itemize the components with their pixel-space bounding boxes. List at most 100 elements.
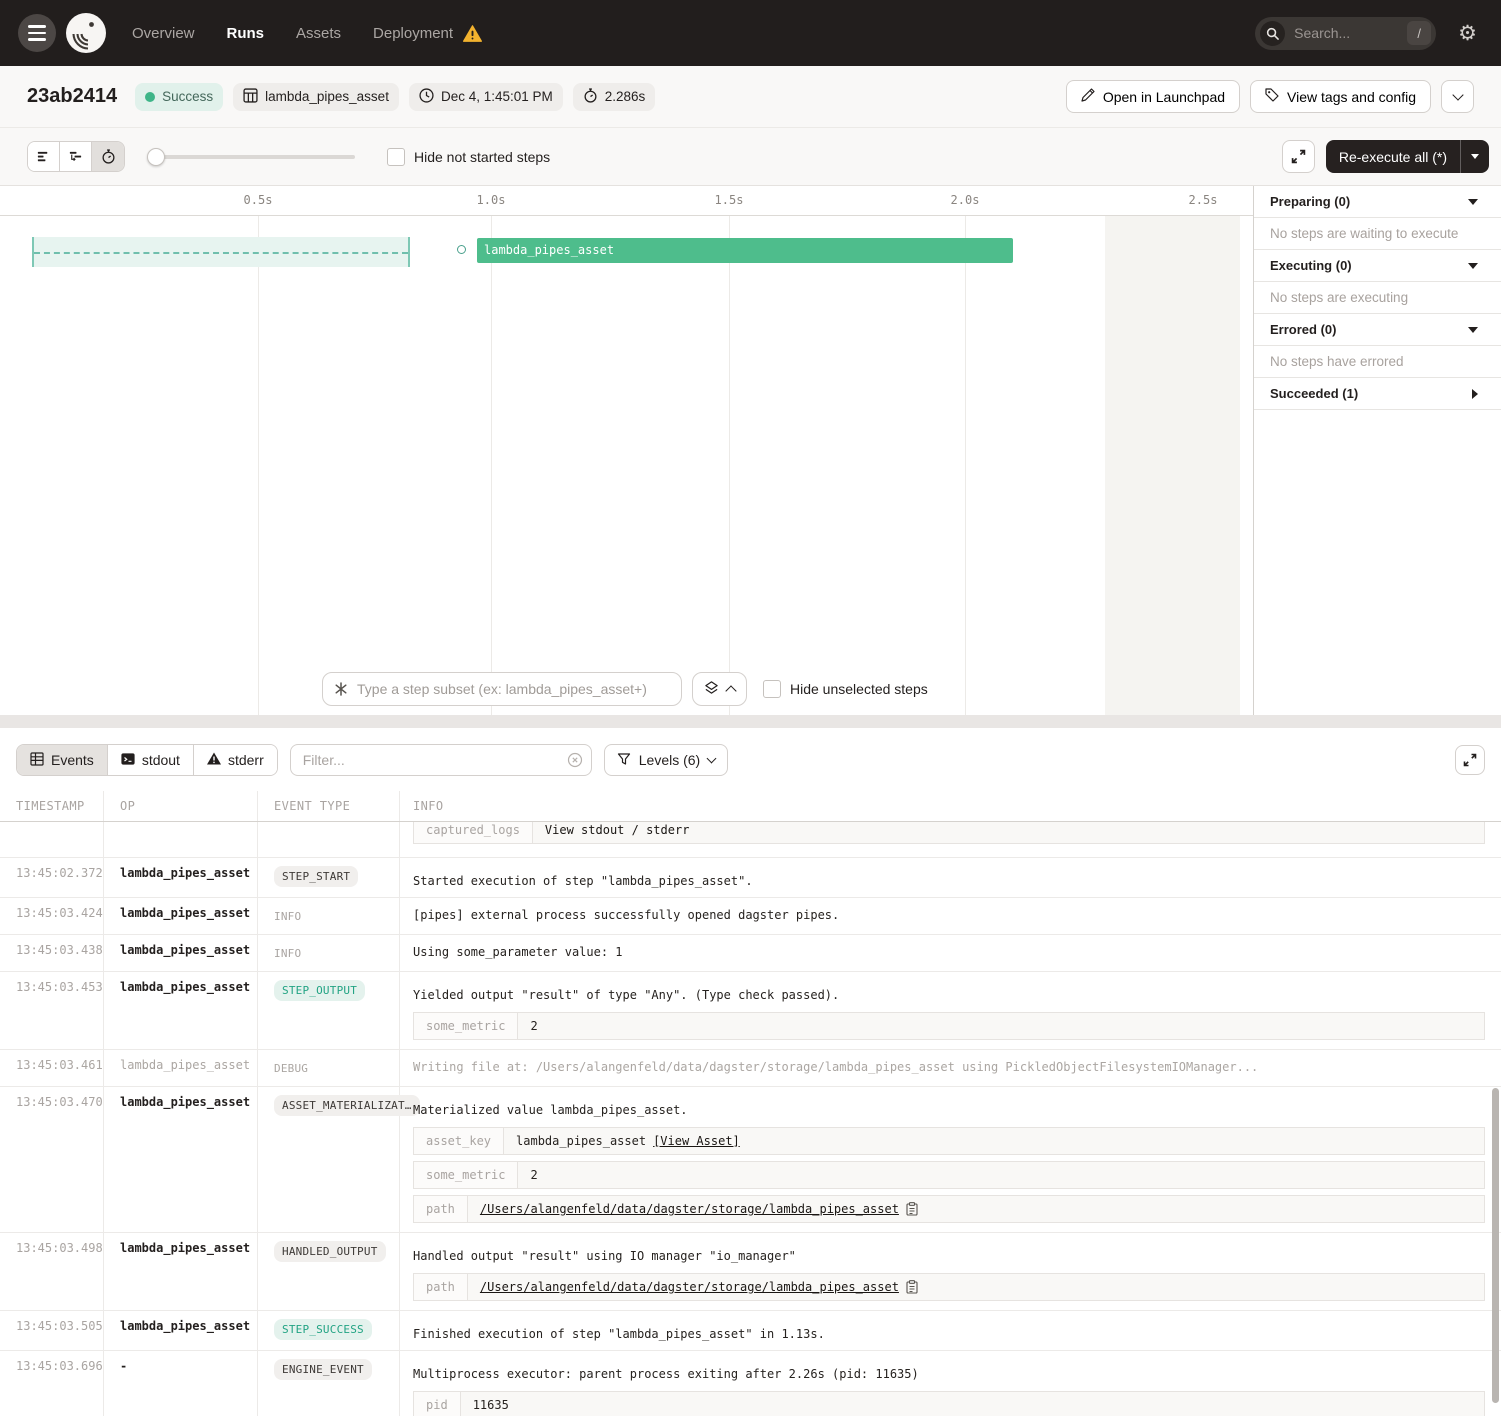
axis-tick: 1.0s: [477, 193, 506, 207]
tab-stderr[interactable]: stderr: [194, 745, 277, 775]
copy-icon[interactable]: [906, 1202, 918, 1216]
events-expand-button[interactable]: [1455, 745, 1485, 775]
event-row[interactable]: 13:45:03.470 lambda_pipes_asset ASSET_MA…: [0, 1087, 1501, 1233]
step-graph-icon: [333, 681, 349, 701]
event-type-badge: INFO: [274, 906, 309, 927]
metadata-entry: some_metric 2: [413, 1161, 1485, 1189]
nav-item-runs[interactable]: Runs: [227, 25, 265, 42]
tag-icon: [1265, 88, 1279, 105]
events-panel: Events stdout stderr: [0, 728, 1501, 1416]
events-scrollbar[interactable]: [1492, 1088, 1499, 1403]
event-row[interactable]: 13:45:03.461 lambda_pipes_asset DEBUG Wr…: [0, 1050, 1501, 1087]
deployment-warning-icon[interactable]: [463, 25, 482, 42]
sidebar-empty-errored: No steps have errored: [1254, 346, 1501, 378]
slider-handle[interactable]: [147, 148, 165, 166]
path-link[interactable]: /Users/alangenfeld/data/dagster/storage/…: [480, 1200, 899, 1218]
step-query-options-button[interactable]: [692, 672, 747, 706]
view-flat-icon[interactable]: [28, 142, 60, 171]
settings-gear-icon[interactable]: ⚙: [1458, 23, 1477, 44]
step-subset-input[interactable]: [322, 672, 682, 706]
pencil-icon: [1081, 88, 1095, 105]
search-input[interactable]: [1294, 25, 1407, 41]
event-row[interactable]: 13:45:03.424 lambda_pipes_asset INFO [pi…: [0, 898, 1501, 935]
copy-icon[interactable]: [906, 1280, 918, 1294]
gantt-controls: Hide unselected steps: [322, 672, 928, 706]
view-stdout-stderr-link[interactable]: View stdout / stderr: [545, 822, 690, 839]
event-type-badge: ASSET_MATERIALIZAT…: [274, 1095, 420, 1116]
sidebar-empty-preparing: No steps are waiting to execute: [1254, 218, 1501, 250]
event-row[interactable]: 13:45:02.372 lambda_pipes_asset STEP_STA…: [0, 858, 1501, 898]
top-navbar: Overview Runs Assets Deployment / ⚙: [0, 0, 1501, 66]
caret-up-icon: [725, 685, 736, 696]
event-type-badge: INFO: [274, 943, 309, 964]
event-row[interactable]: 13:45:03.453 lambda_pipes_asset STEP_OUT…: [0, 972, 1501, 1050]
events-table-header: TIMESTAMP OP EVENT TYPE INFO: [0, 791, 1501, 822]
sidebar-section-succeeded[interactable]: Succeeded (1): [1254, 378, 1501, 410]
success-dot-icon: [145, 92, 155, 102]
gantt-step-bar[interactable]: lambda_pipes_asset: [477, 238, 1013, 263]
log-tabs: Events stdout stderr: [16, 744, 278, 776]
status-badge[interactable]: Success: [135, 83, 223, 111]
path-link[interactable]: /Users/alangenfeld/data/dagster/storage/…: [480, 1278, 899, 1296]
view-tags-config-button[interactable]: View tags and config: [1250, 80, 1431, 113]
view-asset-link[interactable]: [View Asset]: [653, 1132, 740, 1150]
reexecute-dropdown-button[interactable]: [1460, 140, 1489, 173]
log-filter-input[interactable]: [290, 744, 592, 776]
table-icon: [30, 752, 44, 769]
gantt-after-run-shade: [1105, 216, 1240, 715]
open-in-launchpad-button[interactable]: Open in Launchpad: [1066, 80, 1240, 113]
event-row[interactable]: 13:45:03.498 lambda_pipes_asset HANDLED_…: [0, 1233, 1501, 1311]
metadata-entry: asset_key lambda_pipes_asset [View Asset…: [413, 1127, 1485, 1155]
nav-item-deployment[interactable]: Deployment: [373, 25, 453, 42]
search-bar[interactable]: /: [1255, 17, 1436, 50]
tab-events[interactable]: Events: [17, 745, 108, 775]
dagster-logo-icon[interactable]: [66, 13, 106, 53]
hide-not-started-checkbox[interactable]: [387, 148, 405, 166]
col-op: OP: [104, 791, 258, 821]
caret-down-icon: [1468, 199, 1478, 205]
clock-icon: [419, 88, 434, 106]
metadata-entry: some_metric 2: [413, 1012, 1485, 1040]
nav-item-overview[interactable]: Overview: [132, 25, 195, 42]
col-event-type: EVENT TYPE: [258, 791, 400, 821]
layers-icon: [704, 680, 719, 699]
panel-splitter[interactable]: [0, 715, 1501, 728]
view-timed-icon[interactable]: [92, 142, 124, 171]
metadata-entry: path /Users/alangenfeld/data/dagster/sto…: [413, 1273, 1485, 1301]
view-waterfall-icon[interactable]: [60, 142, 92, 171]
reexecute-all-button[interactable]: Re-execute all (*): [1326, 140, 1489, 173]
nav-items: Overview Runs Assets Deployment: [132, 25, 482, 42]
job-grid-icon: [243, 88, 258, 106]
funnel-icon: [617, 752, 631, 769]
nav-item-assets[interactable]: Assets: [296, 25, 341, 42]
search-icon: [1260, 21, 1285, 46]
stopwatch-icon: [583, 88, 598, 106]
step-start-marker-icon: [457, 245, 466, 254]
events-toolbar: Events stdout stderr: [0, 734, 1501, 786]
event-type-badge: STEP_SUCCESS: [274, 1319, 372, 1340]
caret-right-icon: [1472, 389, 1478, 399]
clear-filter-icon[interactable]: [567, 752, 583, 773]
levels-filter-button[interactable]: Levels (6): [604, 744, 728, 776]
sidebar-section-executing[interactable]: Executing (0): [1254, 250, 1501, 282]
sidebar-section-errored[interactable]: Errored (0): [1254, 314, 1501, 346]
event-row[interactable]: captured_logs View stdout / stderr: [0, 822, 1501, 858]
axis-tick: 2.0s: [951, 193, 980, 207]
menu-icon[interactable]: [18, 14, 56, 52]
event-row[interactable]: 13:45:03.696 - ENGINE_EVENT Multiprocess…: [0, 1351, 1501, 1416]
event-row[interactable]: 13:45:03.438 lambda_pipes_asset INFO Usi…: [0, 935, 1501, 972]
gantt-region: lambda_pipes_asset Hide unselected: [0, 185, 1501, 715]
step-waiting-region: [32, 237, 410, 267]
event-row[interactable]: 13:45:03.505 lambda_pipes_asset STEP_SUC…: [0, 1311, 1501, 1351]
hide-unselected-checkbox[interactable]: [763, 680, 781, 698]
gantt-zoom-slider[interactable]: [149, 155, 355, 159]
run-more-actions-button[interactable]: [1441, 80, 1474, 113]
start-time-tag: Dec 4, 1:45:01 PM: [409, 83, 563, 111]
gantt-expand-button[interactable]: [1282, 140, 1315, 173]
job-tag[interactable]: lambda_pipes_asset: [233, 83, 399, 111]
caret-down-icon: [1468, 263, 1478, 269]
tab-stdout[interactable]: stdout: [108, 745, 194, 775]
gantt-chart: lambda_pipes_asset Hide unselected: [0, 186, 1253, 715]
sidebar-section-preparing[interactable]: Preparing (0): [1254, 186, 1501, 218]
axis-tick: 2.5s: [1189, 193, 1218, 207]
